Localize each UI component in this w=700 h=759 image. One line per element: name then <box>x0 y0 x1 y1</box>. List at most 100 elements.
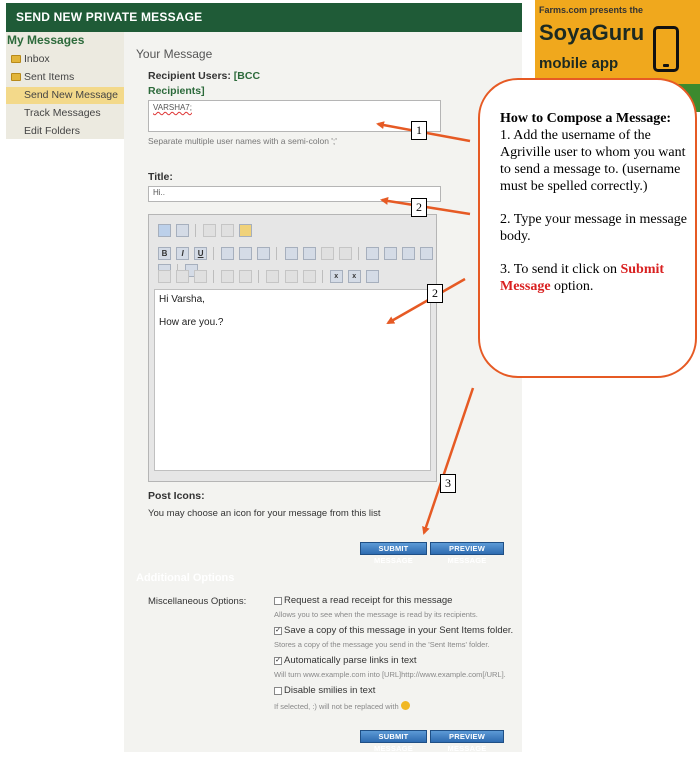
underline-icon[interactable]: U <box>194 247 208 260</box>
messages-sidebar: My Messages Inbox Sent Items Send New Me… <box>6 32 124 139</box>
callout-step-3-prefix: 3. To send it click on <box>500 262 617 277</box>
copy-icon[interactable] <box>221 224 235 237</box>
align-center-icon[interactable] <box>239 247 253 260</box>
align-right-icon[interactable] <box>257 247 271 260</box>
bcc-link[interactable]: [BCC <box>234 70 260 82</box>
html-icon[interactable] <box>176 270 190 283</box>
subscript-icon[interactable]: x <box>329 270 343 283</box>
title-label: Title: <box>148 171 173 183</box>
ad-brand-name: SoyaGuru <box>539 20 645 45</box>
step-marker-1: 1 <box>411 121 427 140</box>
additional-options-title: Additional Options <box>136 572 235 584</box>
sidebar-item-label: Send New Message <box>24 89 118 101</box>
sidebar-item-sent-items[interactable]: Sent Items <box>6 69 124 86</box>
toolbar-separator <box>213 270 215 283</box>
cut-icon[interactable] <box>203 224 217 237</box>
parse-links-hint: Will turn www.example.com into [URL]http… <box>274 670 506 679</box>
folder-icon <box>11 73 21 81</box>
post-icons-label: Post Icons: <box>148 490 205 502</box>
indent-icon[interactable] <box>338 247 352 260</box>
ordered-list-icon[interactable] <box>284 247 298 260</box>
php-icon[interactable] <box>194 270 208 283</box>
section-title: Your Message <box>136 47 213 61</box>
page-header: SEND NEW PRIVATE MESSAGE <box>6 3 522 32</box>
toolbar-separator <box>213 247 215 260</box>
post-icons-hint: You may choose an icon for your message … <box>148 508 381 519</box>
misc-options-label: Miscellaneous Options: <box>148 596 247 607</box>
callout-step-3: 3. To send it click on Submit Message op… <box>500 261 687 295</box>
callout-step-3-suffix: option. <box>554 279 594 294</box>
disable-smilies-hint-wrap: If selected, :) will not be replaced wit… <box>274 701 410 711</box>
disable-smilies-hint: If selected, :) will not be replaced wit… <box>274 702 399 711</box>
recipient-hint: Separate multiple user names with a semi… <box>148 136 337 146</box>
redo-icon[interactable] <box>239 270 253 283</box>
toolbar-separator <box>357 247 360 260</box>
sidebar-item-send-new-message[interactable]: Send New Message <box>6 87 124 104</box>
step-marker-2: 2 <box>411 198 427 217</box>
title-input[interactable]: Hi.. <box>148 186 441 202</box>
preview-message-button-bottom[interactable]: PREVIEW MESSAGE <box>430 730 504 753</box>
step-marker-2b: 2 <box>427 284 443 303</box>
source-mode-icon[interactable] <box>158 224 171 237</box>
align-left-icon[interactable] <box>221 247 235 260</box>
strike-icon[interactable] <box>284 270 298 283</box>
hr-icon[interactable] <box>302 270 316 283</box>
callout-step-2: 2. Type your message in message body. <box>500 212 687 244</box>
step-marker-3: 3 <box>440 474 456 493</box>
superscript-icon[interactable]: x <box>347 270 361 283</box>
save-copy-checkbox[interactable]: ✓ <box>274 627 282 635</box>
link-icon[interactable] <box>365 247 379 260</box>
editor-toolbar-row-2: B I U <box>157 245 436 277</box>
table-icon[interactable] <box>420 247 433 260</box>
editor-toolbar-row-1 <box>157 222 253 239</box>
italic-icon[interactable]: I <box>176 247 190 260</box>
outdent-icon[interactable] <box>320 247 334 260</box>
sidebar-item-inbox[interactable]: Inbox <box>6 51 124 68</box>
message-body[interactable]: Hi Varsha, How are you.? <box>154 289 431 471</box>
submit-message-button[interactable]: SUBMIT MESSAGE <box>360 542 427 565</box>
toolbar-separator <box>276 247 278 260</box>
parse-links-checkbox[interactable]: ✓ <box>274 657 282 665</box>
editor-toolbar-row-3: x x <box>157 268 380 285</box>
remove-format-icon[interactable] <box>365 270 379 283</box>
ad-subtitle: mobile app <box>539 55 619 72</box>
sidebar-item-label: Edit Folders <box>24 125 81 137</box>
sidebar-item-track-messages[interactable]: Track Messages <box>6 105 124 122</box>
disable-smilies-checkbox[interactable] <box>274 687 282 695</box>
toolbar-separator <box>195 224 197 237</box>
toolbar-separator <box>258 270 260 283</box>
submit-message-button-bottom[interactable]: SUBMIT MESSAGE <box>360 730 427 753</box>
sidebar-item-edit-folders[interactable]: Edit Folders <box>6 123 124 140</box>
phone-icon <box>653 26 679 72</box>
sidebar-item-label: Track Messages <box>24 107 101 119</box>
callout-title: How to Compose a Message: <box>500 111 672 126</box>
read-receipt-checkbox[interactable] <box>274 597 282 605</box>
sidebar-item-label: Sent Items <box>24 71 75 83</box>
save-copy-hint: Stores a copy of the message you send in… <box>274 640 490 649</box>
font-color-icon[interactable] <box>176 224 190 237</box>
paste-icon[interactable] <box>239 224 253 237</box>
recipient-label: Recipient Users: [BCC <box>148 70 260 82</box>
bcc-link-continued[interactable]: Recipients] <box>148 85 205 97</box>
ad-presenter-text: Farms.com presents the <box>539 5 644 15</box>
undo-icon[interactable] <box>221 270 235 283</box>
code-icon[interactable] <box>158 270 171 283</box>
recipient-input[interactable]: VARSHA7; <box>148 100 441 132</box>
image-icon[interactable] <box>383 247 397 260</box>
recipient-label-text: Recipient Users: <box>148 70 231 82</box>
spoiler-icon[interactable] <box>266 270 280 283</box>
folder-icon <box>11 55 21 63</box>
smiley-icon <box>400 701 410 710</box>
email-icon[interactable] <box>401 247 415 260</box>
disable-smilies-label: Disable smilies in text <box>284 685 376 696</box>
preview-message-button[interactable]: PREVIEW MESSAGE <box>430 542 504 565</box>
callout-step-1: 1. Add the username of the Agriville use… <box>500 128 686 194</box>
message-line: How are you.? <box>159 317 224 328</box>
unordered-list-icon[interactable] <box>302 247 316 260</box>
title-value: Hi.. <box>153 188 165 197</box>
message-editor: B I U x x Hi Varsha, How are you.? <box>148 214 437 482</box>
sidebar-item-label: Inbox <box>24 53 50 65</box>
read-receipt-hint: Allows you to see when the message is re… <box>274 610 478 619</box>
sidebar-title: My Messages <box>7 33 85 47</box>
bold-icon[interactable]: B <box>158 247 171 260</box>
